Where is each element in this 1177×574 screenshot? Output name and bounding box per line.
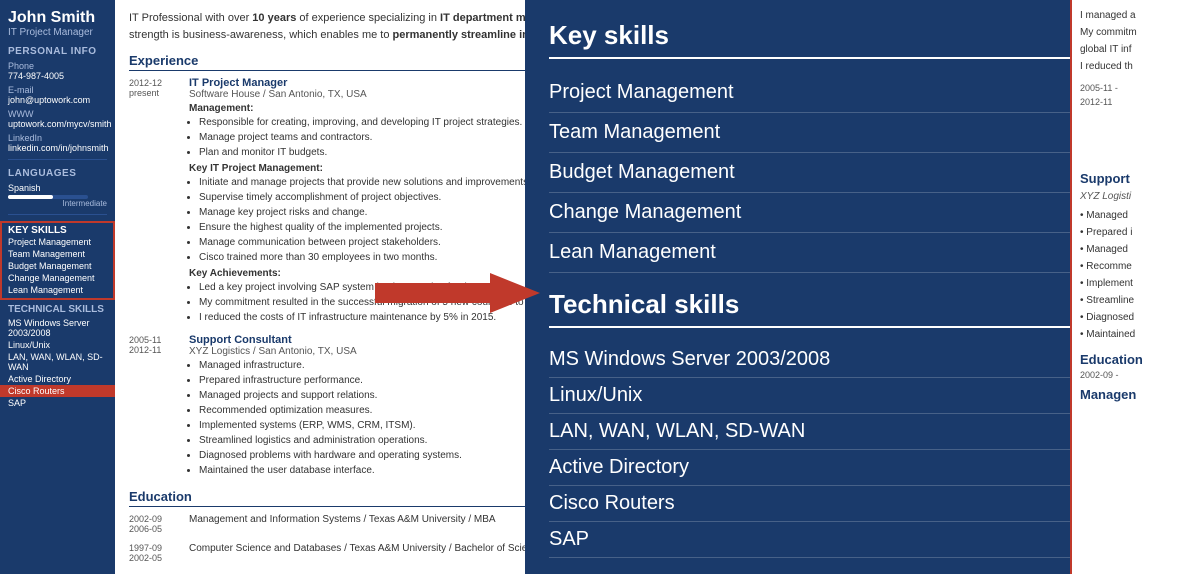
arrow-overlay [375, 268, 540, 318]
tech-active-directory: Active Directory [8, 373, 107, 385]
zoom-tech-active-directory: Active Directory [549, 450, 1153, 486]
zoom-tech-cisco: Cisco Routers [549, 486, 1153, 522]
right-line-0: • Managed [1080, 208, 1169, 223]
languages-label: Languages [8, 168, 107, 179]
edu-2-date-end: 2002-05 [129, 553, 162, 563]
tech-linux: Linux/Unix [8, 339, 107, 351]
right-line-4: • Implement [1080, 276, 1169, 291]
right-support-title: Support [1080, 169, 1169, 189]
email-label: E-mail [8, 85, 107, 95]
edu-1-date-end: 2006-05 [129, 524, 162, 534]
right-line-3: • Recomme [1080, 259, 1169, 274]
right-text-2: My commitm [1080, 25, 1169, 40]
right-edu-date: 2002-09 - [1080, 369, 1169, 383]
linkedin-value: linkedin.com/in/johnsmith [8, 143, 107, 153]
job-2-date: 2005-11 2012-11 [129, 334, 189, 479]
candidate-name: John Smith [8, 8, 107, 27]
right-line-7: • Maintained [1080, 327, 1169, 342]
phone-value: 774-987-4005 [8, 71, 107, 81]
key-skills-label: Key skills [8, 225, 107, 236]
edu-2-date-start: 1997-09 [129, 543, 162, 553]
job-2-date-start: 2005-11 [129, 335, 161, 345]
phone-label: Phone [8, 61, 107, 71]
zoom-tech-skills-title: Technical skills [549, 289, 1153, 328]
right-edu-job: Managen [1080, 385, 1169, 405]
tech-cisco: Cisco Routers [0, 385, 115, 397]
tech-sap: SAP [8, 397, 107, 409]
candidate-title: IT Project Manager [8, 27, 107, 38]
right-text-4: I reduced th [1080, 59, 1169, 74]
zoom-key-skills-title: Key skills [549, 20, 1153, 59]
www-value: uptowork.com/mycv/smith [8, 119, 107, 129]
right-panel: I managed a My commitm global IT inf I r… [1070, 0, 1177, 574]
personal-info-label: Personal Info [8, 46, 107, 57]
right-text-1: I managed a [1080, 8, 1169, 23]
zoom-tech-windows: MS Windows Server 2003/2008 [549, 342, 1153, 378]
zoom-tech-lan: LAN, WAN, WLAN, SD-WAN [549, 414, 1153, 450]
right-edu-title: Education [1080, 350, 1169, 370]
right-line-1: • Prepared i [1080, 225, 1169, 240]
tech-skills-label: Technical skills [8, 304, 107, 315]
right-company: XYZ Logisti [1080, 189, 1169, 204]
tech-lan: LAN, WAN, WLAN, SD-WAN [8, 351, 107, 373]
right-line-6: • Diagnosed [1080, 310, 1169, 325]
zoom-skill-change: Change Management [549, 193, 1153, 233]
language-level: Intermediate [8, 199, 107, 208]
zoom-skill-lean: Lean Management [549, 233, 1153, 273]
sidebar-skill-project: Project Management [8, 236, 107, 248]
right-date-2: 2012-11 [1080, 96, 1169, 110]
www-label: WWW [8, 109, 107, 119]
zoom-skill-budget: Budget Management [549, 153, 1153, 193]
zoom-skill-team: Team Management [549, 113, 1153, 153]
sidebar-skill-team: Team Management [8, 248, 107, 260]
zoom-skill-project: Project Management [549, 73, 1153, 113]
tech-windows: MS Windows Server 2003/2008 [8, 317, 107, 339]
edu-2-date: 1997-09 2002-05 [129, 542, 189, 563]
sidebar-skill-change: Change Management [8, 272, 107, 284]
edu-1-date-start: 2002-09 [129, 514, 162, 524]
job-1-date-end: present [129, 88, 159, 98]
edu-1-date: 2002-09 2006-05 [129, 513, 189, 534]
key-skills-box: Key skills Project Management Team Manag… [0, 221, 115, 300]
divider-1 [8, 159, 107, 160]
right-line-2: • Managed [1080, 242, 1169, 257]
technical-skills-section: Technical skills MS Windows Server 2003/… [8, 304, 107, 409]
job-1-date: 2012-12 present [129, 77, 189, 326]
zoom-tech-linux: Linux/Unix [549, 378, 1153, 414]
zoom-tech-sap: SAP [549, 522, 1153, 558]
right-text-3: global IT inf [1080, 42, 1169, 57]
sidebar-skill-lean: Lean Management [8, 284, 107, 296]
sidebar: John Smith IT Project Manager Personal I… [0, 0, 115, 574]
job-2-date-end: 2012-11 [129, 345, 161, 355]
divider-2 [8, 214, 107, 215]
red-arrow-icon [375, 268, 540, 318]
job-1-date-start: 2012-12 [129, 78, 162, 88]
right-date-1: 2005-11 - [1080, 82, 1169, 96]
language-name: Spanish [8, 183, 107, 193]
sidebar-skill-budget: Budget Management [8, 260, 107, 272]
right-line-5: • Streamline [1080, 293, 1169, 308]
linkedin-label: LinkedIn [8, 133, 107, 143]
email-value: john@uptowork.com [8, 95, 107, 105]
